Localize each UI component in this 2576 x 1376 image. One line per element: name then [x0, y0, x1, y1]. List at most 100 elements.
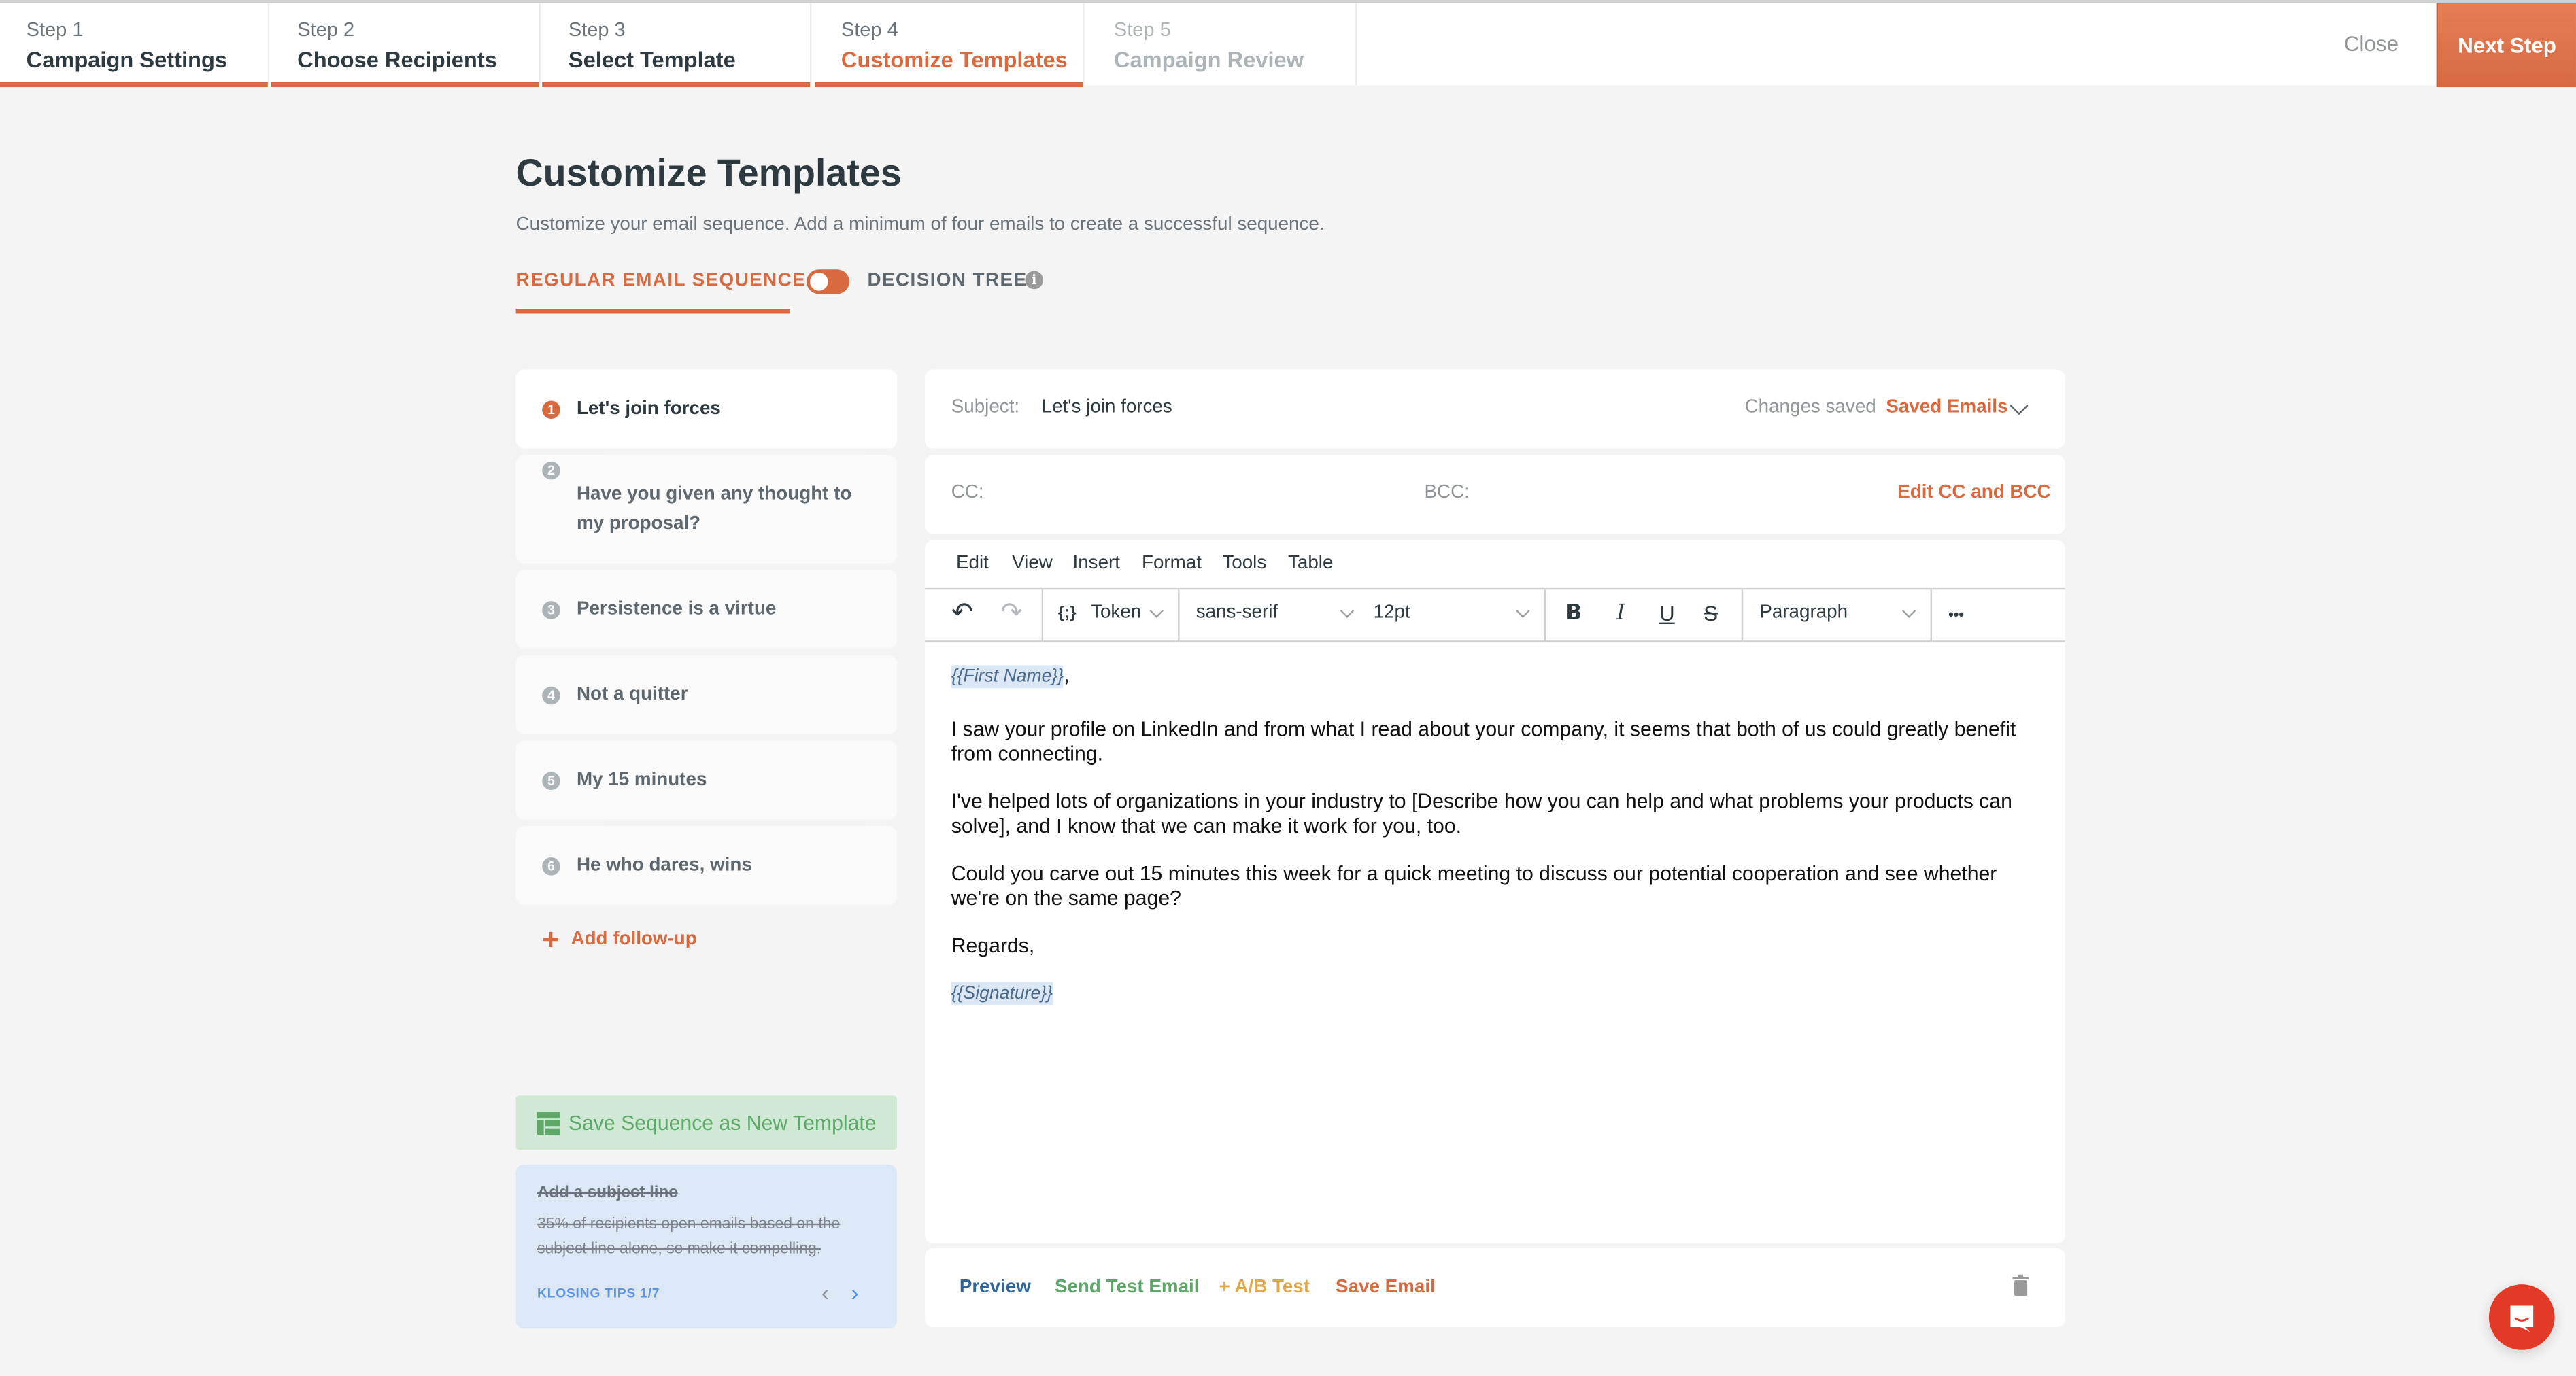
add-follow-up-button[interactable]: + Add follow-up [542, 923, 697, 956]
mode-toggle[interactable] [807, 269, 849, 294]
step-number: Step 1 [26, 18, 84, 41]
save-status: Changes saved [1744, 397, 1876, 417]
save-sequence-label: Save Sequence as New Template [568, 1111, 877, 1135]
step-number: Step 5 [1113, 18, 1171, 41]
more-options-icon[interactable]: ••• [1948, 606, 1964, 622]
signature-token: {{Signature}} [951, 982, 1053, 1005]
tip-body: 35% of recipients open emails based on t… [537, 1215, 841, 1258]
chevron-down-icon [1340, 604, 1355, 618]
ab-test-button[interactable]: + A/B Test [1219, 1277, 1310, 1297]
font-size-select[interactable]: 12pt [1374, 603, 1410, 623]
chat-icon [2510, 1305, 2534, 1332]
page-description: Customize your email sequence. Add a min… [515, 215, 1325, 235]
menu-table[interactable]: Table [1288, 553, 1333, 573]
subject-label: Subject: [951, 397, 1020, 417]
undo-icon[interactable]: ↶ [951, 596, 973, 629]
token-dropdown[interactable]: Token [1091, 603, 1141, 623]
token-icon: {;} [1057, 604, 1077, 623]
sequence-item-title: Have you given any thought to my proposa… [576, 484, 852, 534]
step-choose-recipients[interactable]: Step 2 Choose Recipients [271, 3, 541, 88]
info-icon[interactable]: i [1025, 271, 1044, 290]
step-campaign-review[interactable]: Step 5 Campaign Review [1087, 3, 1357, 86]
close-button[interactable]: Close [2318, 3, 2425, 86]
step-label: Campaign Review [1113, 48, 1304, 73]
chevron-down-icon [1149, 604, 1164, 618]
first-name-token: {{First Name}} [951, 665, 1064, 689]
toolbar-separator [1930, 589, 1932, 641]
sequence-item-title: My 15 minutes [576, 770, 707, 790]
edit-cc-bcc-link[interactable]: Edit CC and BCC [1897, 483, 2050, 502]
underline-button[interactable]: U [1659, 601, 1675, 625]
mode-regular-sequence-tab[interactable]: REGULAR EMAIL SEQUENCE [516, 271, 807, 291]
preview-button[interactable]: Preview [960, 1277, 1031, 1297]
bcc-field[interactable]: BCC: [1424, 483, 1469, 502]
send-test-email-button[interactable]: Send Test Email [1055, 1277, 1200, 1297]
active-mode-underline [515, 309, 790, 314]
closing-line: Regards, [951, 933, 1035, 957]
toggle-knob [809, 273, 828, 291]
add-follow-up-label: Add follow-up [571, 929, 697, 950]
cc-field[interactable]: CC: [951, 483, 984, 502]
wizard-steps-bar: Step 1 Campaign Settings Step 2 Choose R… [0, 0, 2576, 88]
body-paragraph: I saw your profile on LinkedIn and from … [951, 717, 2016, 766]
tip-title: Add a subject line [537, 1184, 678, 1203]
next-step-button[interactable]: Next Step [2436, 3, 2576, 88]
menu-tools[interactable]: Tools [1222, 553, 1266, 573]
sequence-number-badge: 6 [542, 856, 560, 875]
chat-widget-button[interactable] [2488, 1284, 2555, 1350]
editor-menubar: Edit View Insert Format Tools Table [925, 540, 2065, 590]
step-number: Step 3 [568, 18, 626, 41]
sequence-item-title: Not a quitter [576, 685, 688, 705]
sequence-number-badge: 1 [542, 400, 560, 418]
toolbar-separator [1178, 589, 1180, 641]
chevron-right-icon[interactable]: › [851, 1279, 858, 1306]
menu-edit[interactable]: Edit [956, 553, 989, 573]
bold-button[interactable]: B [1565, 601, 1582, 625]
step-select-template[interactable]: Step 3 Select Template [542, 3, 812, 88]
step-customize-templates[interactable]: Step 4 Customize Templates [815, 3, 1085, 88]
toolbar-separator [1041, 589, 1044, 641]
menu-format[interactable]: Format [1142, 553, 1202, 573]
italic-button[interactable]: I [1616, 601, 1625, 625]
sequence-item[interactable]: 1 Let's join forces [515, 369, 898, 449]
page-title: Customize Templates [515, 151, 902, 194]
chevron-down-icon [1516, 604, 1530, 618]
sequence-item[interactable]: 3 Persistence is a virtue [515, 570, 898, 649]
tip-counter: KLOSING TIPS 1/7 [537, 1286, 660, 1301]
plus-icon: + [542, 923, 560, 956]
chevron-left-icon[interactable]: ‹ [821, 1279, 829, 1306]
mode-decision-tree-tab[interactable]: DECISION TREE [868, 271, 1028, 291]
body-paragraph: I've helped lots of organizations in you… [951, 789, 2012, 838]
step-label: Choose Recipients [297, 48, 497, 73]
sequence-number-badge: 4 [542, 685, 560, 704]
template-icon [537, 1111, 560, 1135]
menu-insert[interactable]: Insert [1073, 553, 1120, 573]
subject-input[interactable]: Let's join forces [1042, 398, 1172, 417]
strikethrough-button[interactable]: S [1704, 601, 1718, 625]
sequence-item[interactable]: 4 Not a quitter [515, 655, 898, 734]
saved-emails-dropdown[interactable]: Saved Emails [1886, 398, 2007, 417]
cc-bcc-row: CC: BCC: Edit CC and BCC [925, 455, 2065, 534]
sequence-item[interactable]: 6 He who dares, wins [515, 826, 898, 906]
greeting-suffix: , [1064, 663, 1070, 687]
chevron-down-icon[interactable] [2010, 396, 2029, 415]
trash-icon[interactable] [2012, 1274, 2029, 1296]
sequence-number-badge: 5 [542, 771, 560, 789]
subject-row: Subject: Let's join forces Changes saved… [925, 369, 2065, 449]
sequence-number-badge: 3 [542, 600, 560, 619]
menu-view[interactable]: View [1012, 553, 1053, 573]
email-body-editor[interactable]: {{First Name}}, I saw your profile on Li… [951, 664, 2044, 1029]
step-number: Step 4 [841, 18, 898, 41]
save-email-button[interactable]: Save Email [1336, 1277, 1436, 1297]
sequence-item[interactable]: 2 Have you given any thought to my propo… [515, 455, 898, 564]
step-campaign-settings[interactable]: Step 1 Campaign Settings [0, 3, 270, 88]
sequence-item[interactable]: 5 My 15 minutes [515, 740, 898, 820]
klosing-tips-panel: Add a subject line 35% of recipients ope… [515, 1164, 898, 1329]
chevron-down-icon [1901, 604, 1916, 618]
block-format-select[interactable]: Paragraph [1759, 603, 1848, 623]
sequence-number-badge: 2 [542, 461, 560, 480]
redo-icon[interactable]: ↷ [1000, 596, 1022, 629]
save-sequence-as-template-button[interactable]: Save Sequence as New Template [515, 1095, 898, 1150]
step-label: Campaign Settings [26, 48, 228, 73]
font-family-select[interactable]: sans-serif [1196, 603, 1278, 623]
